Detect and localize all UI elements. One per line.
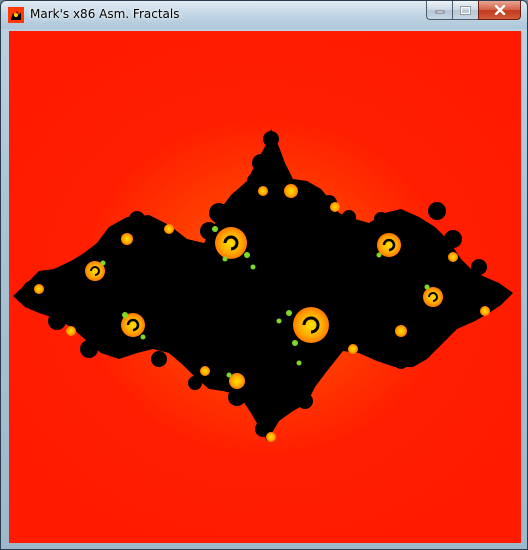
fractal-app-icon: [8, 7, 24, 23]
close-icon: [494, 5, 505, 15]
caption-buttons: [426, 1, 521, 21]
fractal-canvas[interactable]: [9, 31, 521, 543]
julia-set-body: [13, 129, 513, 441]
minimize-icon: [435, 10, 444, 14]
minimize-button[interactable]: [426, 1, 452, 20]
close-button[interactable]: [478, 1, 521, 20]
app-window: Mark's x86 Asm. Fractals: [0, 0, 528, 550]
maximize-button[interactable]: [452, 1, 478, 20]
title-bar[interactable]: Mark's x86 Asm. Fractals: [1, 1, 527, 29]
julia-set-fractal: [13, 129, 513, 442]
window-title: Mark's x86 Asm. Fractals: [30, 7, 180, 21]
maximize-icon: [460, 5, 471, 15]
